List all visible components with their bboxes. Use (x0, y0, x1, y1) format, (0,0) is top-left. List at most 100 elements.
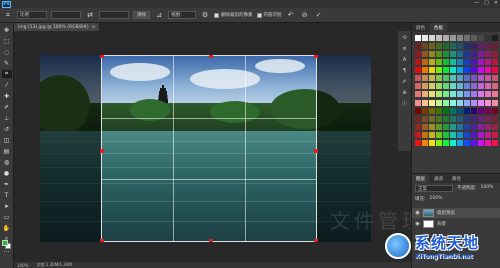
move-tool-icon[interactable]: ✥ (2, 26, 12, 34)
clear-button[interactable]: 清除 (133, 11, 150, 19)
properties-icon[interactable]: ≡ (401, 45, 409, 52)
color-swatch[interactable] (492, 43, 498, 50)
opacity-value[interactable]: 100% (481, 185, 494, 192)
path-select-tool-icon[interactable]: ➤ (2, 202, 12, 210)
color-swatch[interactable] (492, 131, 498, 138)
color-swatch[interactable] (422, 83, 428, 90)
color-swatch[interactable] (464, 131, 470, 138)
color-swatch[interactable] (450, 51, 456, 58)
color-swatch[interactable] (429, 43, 435, 50)
color-swatch[interactable] (415, 99, 421, 106)
color-swatch[interactable] (422, 51, 428, 58)
paragraph-icon[interactable]: ¶ (401, 67, 409, 74)
swap-icon[interactable]: ⇄ (85, 11, 95, 20)
crop-handle-left[interactable] (100, 148, 104, 153)
color-swatch[interactable] (464, 115, 470, 122)
crop-handle-bottom[interactable] (209, 239, 213, 242)
color-swatch[interactable] (471, 91, 477, 98)
color-swatch[interactable] (415, 91, 421, 98)
layer-row[interactable]: ◉ 裁剪预览 (412, 208, 500, 218)
close-icon[interactable]: ✕ (494, 0, 498, 6)
color-swatch[interactable] (436, 91, 442, 98)
color-swatch[interactable] (492, 75, 498, 82)
color-swatch[interactable] (443, 83, 449, 90)
color-swatch[interactable] (443, 91, 449, 98)
color-swatch[interactable] (464, 51, 470, 58)
color-swatch[interactable] (485, 83, 491, 90)
document-tab[interactable]: img (13).jpg @ 100% (RGB/8#) × (14, 23, 101, 31)
color-swatch[interactable] (471, 75, 477, 82)
crop-handle-top-left[interactable] (100, 55, 104, 58)
fill-value[interactable]: 100% (430, 196, 443, 202)
color-swatch[interactable] (450, 75, 456, 82)
color-swatch[interactable] (429, 51, 435, 58)
color-swatch[interactable] (485, 115, 491, 122)
crop-tool-icon[interactable]: ⌗ (1, 70, 12, 78)
color-swatch[interactable] (485, 43, 491, 50)
color-swatch[interactable] (436, 75, 442, 82)
color-swatch[interactable] (464, 35, 470, 41)
color-swatch[interactable] (457, 59, 463, 66)
ratio-select[interactable]: 比例 (17, 11, 47, 19)
pen-tool-icon[interactable]: ✒ (2, 180, 12, 188)
crop-handle-bottom-right[interactable] (314, 239, 318, 242)
checkbox-box[interactable] (256, 12, 262, 18)
color-swatch[interactable] (485, 123, 491, 130)
color-swatch[interactable] (457, 43, 463, 50)
color-swatch[interactable] (450, 43, 456, 50)
color-swatch[interactable] (415, 75, 421, 82)
color-swatch[interactable] (478, 51, 484, 58)
color-swatch[interactable] (485, 139, 491, 146)
color-swatch[interactable] (436, 83, 442, 90)
color-swatch[interactable] (457, 83, 463, 90)
canvas-image[interactable] (40, 55, 371, 242)
color-swatch[interactable] (422, 35, 428, 41)
color-swatch[interactable] (436, 131, 442, 138)
color-swatch[interactable] (429, 107, 435, 114)
color-swatch[interactable] (464, 99, 470, 106)
tab-swatches[interactable]: 色板 (430, 23, 447, 32)
color-swatch[interactable] (436, 51, 442, 58)
history-icon[interactable]: ⟲ (401, 34, 409, 41)
color-swatch[interactable] (457, 51, 463, 58)
color-swatch[interactable] (457, 91, 463, 98)
color-swatch[interactable] (478, 107, 484, 114)
color-swatch[interactable] (443, 35, 449, 41)
color-swatch[interactable] (415, 115, 421, 122)
crop-frame[interactable] (100, 55, 318, 242)
close-tab-icon[interactable]: × (92, 25, 96, 30)
color-swatch[interactable] (492, 83, 498, 90)
color-swatch[interactable] (492, 99, 498, 106)
tab-color[interactable]: 颜色 (412, 23, 429, 32)
color-swatch[interactable] (443, 67, 449, 74)
color-swatch[interactable] (422, 123, 428, 130)
color-swatch[interactable] (464, 75, 470, 82)
history-brush-tool-icon[interactable]: ↺ (2, 125, 12, 133)
straighten-icon[interactable]: ⊿ (154, 11, 164, 20)
color-swatch[interactable] (422, 107, 428, 114)
color-swatch[interactable] (422, 43, 428, 50)
color-swatch[interactable] (450, 131, 456, 138)
color-swatch[interactable] (429, 35, 435, 41)
color-swatch[interactable] (450, 99, 456, 106)
color-swatch[interactable] (492, 115, 498, 122)
color-swatch[interactable] (450, 83, 456, 90)
character-icon[interactable]: A (401, 56, 409, 63)
color-swatch[interactable] (457, 115, 463, 122)
color-swatch[interactable] (436, 99, 442, 106)
color-swatch[interactable] (478, 59, 484, 66)
color-swatch[interactable] (485, 35, 491, 41)
brush-tool-icon[interactable]: ✐ (2, 103, 12, 111)
blur-tool-icon[interactable]: ◍ (2, 158, 12, 166)
tab-paths[interactable]: 路径 (448, 174, 465, 183)
color-swatch[interactable] (443, 75, 449, 82)
brush-panel-icon[interactable]: ✐ (401, 78, 409, 85)
tab-channels[interactable]: 通道 (430, 174, 447, 183)
color-swatch[interactable] (478, 75, 484, 82)
color-swatch[interactable] (457, 139, 463, 146)
color-swatch[interactable] (464, 67, 470, 74)
color-swatch[interactable] (422, 115, 428, 122)
color-swatch[interactable] (450, 115, 456, 122)
zoom-level[interactable]: 100% (17, 263, 28, 268)
color-swatch[interactable] (429, 67, 435, 74)
